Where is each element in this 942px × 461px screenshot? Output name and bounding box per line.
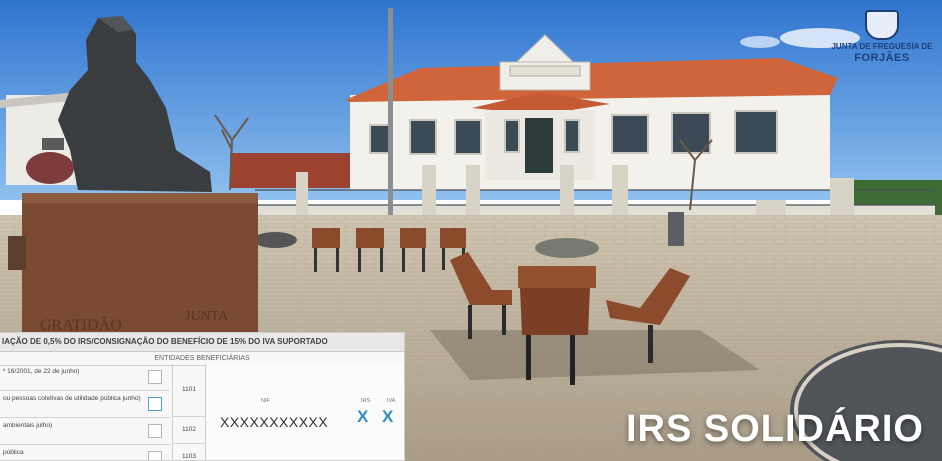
entity-row: ambientais julho) [0,418,170,445]
red-building [230,153,350,188]
pedestal-inscription-right: JUNTA [185,309,229,324]
entity-label: pública [3,449,24,456]
irs-checkbox[interactable]: X [357,408,368,425]
entity-checkbox[interactable] [148,424,162,438]
iva-checkbox[interactable]: X [382,408,393,425]
nif-label: NIF [261,398,270,404]
entity-checkbox[interactable] [148,370,162,384]
entity-row: pública [0,445,170,460]
entity-checkbox[interactable] [148,451,162,460]
logo-line-1: JUNTA DE FREGUESIA DE [831,42,933,51]
nif-value[interactable]: XXXXXXXXXXX [220,414,328,430]
image-frame: GRATIDÃO JUNTA JUNTA DE FREGUESIA DE FOR… [0,0,942,461]
shrub [26,152,74,184]
center-bench [520,288,590,335]
center-table [518,266,596,288]
planter [535,238,599,258]
parish-logo: JUNTA DE FREGUESIA DE FORJÃES [828,10,936,64]
entity-row: ou pessoas coletivas de utilidade públic… [0,391,227,418]
field-code: 1101 [173,364,205,417]
cloud [740,36,780,48]
coat-of-arms-icon [865,10,899,40]
planter [253,232,297,248]
irs-label: IRS [361,398,371,404]
x-mark-icon: X [382,407,394,426]
entity-row: º 16/2001, de 22 de junho) [0,364,170,391]
chairs-left [8,236,26,270]
entity-label: ambientais julho) [3,422,53,429]
caption-title: IRS SOLIDÁRIO [625,408,924,450]
door [525,118,553,173]
code-column: 1101 1102 1103 [172,364,206,460]
field-code: 1103 [182,453,196,460]
lamp-post [388,8,393,248]
trash-bin [668,212,684,246]
inscription-plaque [509,65,581,77]
entity-label: ou pessoas coletivas de utilidade públic… [3,395,141,402]
nif-section: NIF XXXXXXXXXXX IRS IVA X X [206,364,404,460]
iva-label: IVA [387,398,396,404]
x-mark-icon: X [357,407,369,426]
entity-label: º 16/2001, de 22 de junho) [3,368,80,375]
irs-form-excerpt: IAÇÃO DE 0,5% DO IRS/CONSIGNAÇÃO DO BENE… [0,332,405,461]
entity-checkbox[interactable]: X [148,397,227,413]
logo-line-2: FORJÃES [854,52,910,64]
entity-list: º 16/2001, de 22 de junho) ou pessoas co… [0,364,227,460]
form-header: IAÇÃO DE 0,5% DO IRS/CONSIGNAÇÃO DO BENE… [0,333,404,352]
field-code: 1102 [173,417,205,444]
